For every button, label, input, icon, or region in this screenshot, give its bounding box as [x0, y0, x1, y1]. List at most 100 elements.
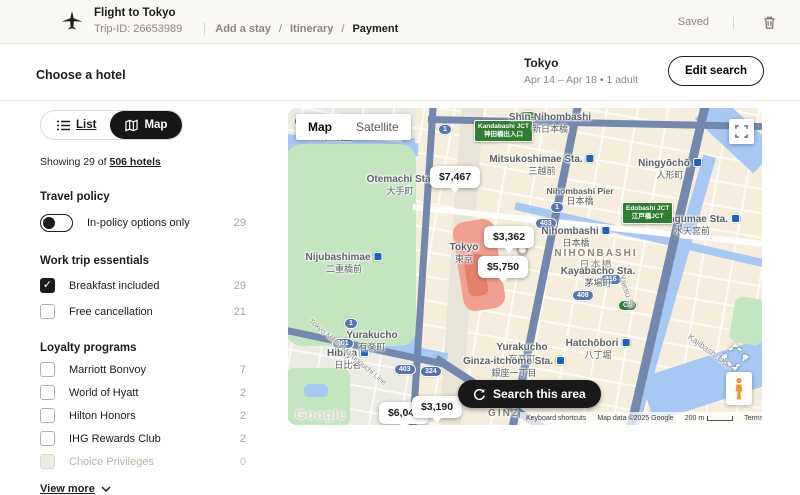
travel-policy-title: Travel policy	[40, 191, 246, 203]
map-type-map[interactable]: Map	[296, 114, 344, 140]
choice-label: Choice Privileges	[69, 456, 154, 468]
hotel-price-marker[interactable]: $3,362	[484, 226, 534, 248]
hyatt-count: 2	[240, 387, 246, 399]
ihg-count: 2	[240, 433, 246, 445]
refresh-icon	[473, 388, 486, 401]
metro-icon	[731, 214, 740, 223]
in-policy-count: 29	[234, 217, 246, 229]
map-view-button[interactable]: Map	[110, 111, 182, 139]
breakfast-count: 29	[234, 280, 246, 292]
divider	[204, 22, 205, 36]
route-shield: 324	[420, 366, 442, 377]
trip-title: Flight to Tokyo	[94, 7, 398, 19]
cancellation-label: Free cancellation	[69, 306, 153, 318]
map-label-nijubashimae: Nijubashimae二重橋前	[305, 252, 382, 274]
search-this-area-label: Search this area	[493, 387, 586, 401]
destination: Tokyo	[524, 56, 638, 70]
pegman-control[interactable]	[726, 372, 752, 405]
route-shield: 1	[438, 124, 452, 135]
metro-icon	[374, 252, 383, 261]
map-type-control: Map Satellite	[296, 114, 411, 140]
map-type-satellite[interactable]: Satellite	[344, 114, 411, 140]
filters-sidebar: List Map Showing 29 of 506 hotels Travel…	[40, 110, 246, 495]
map-label-ginza-itchome: Ginza-itchome Sta.銀座一丁目	[463, 356, 565, 378]
cancellation-checkbox[interactable]	[40, 304, 55, 319]
map-label-otemachi: Otemachi Sta.大手町	[367, 174, 434, 196]
pan-control[interactable]	[720, 342, 750, 372]
list-icon	[57, 120, 70, 131]
scale-bar	[707, 416, 733, 421]
view-toggle: List Map	[40, 110, 183, 140]
list-view-label: List	[76, 119, 96, 131]
metro-icon	[586, 154, 595, 163]
fullscreen-button[interactable]	[729, 119, 754, 144]
breakfast-label: Breakfast included	[69, 280, 160, 292]
view-more-link[interactable]: View more	[40, 483, 246, 495]
filter-row-hyatt: World of Hyatt 2	[40, 385, 246, 400]
keyboard-shortcuts-link[interactable]: Keyboard shortcuts	[526, 415, 586, 422]
search-summary: Tokyo Apr 14 – Apr 18 • 1 adult	[524, 56, 638, 86]
trip-id: Trip-ID: 26653989	[94, 23, 182, 35]
terms-link[interactable]: Terms	[744, 415, 762, 422]
ihg-checkbox[interactable]	[40, 431, 55, 446]
results-summary: Showing 29 of 506 hotels	[40, 156, 246, 168]
total-hotels-link[interactable]: 506 hotels	[109, 156, 160, 168]
fullscreen-icon	[735, 125, 748, 138]
filter-row-marriott: Marriott Bonvoy 7	[40, 362, 246, 377]
metro-icon	[556, 356, 565, 365]
marriott-label: Marriott Bonvoy	[69, 364, 146, 376]
map-icon	[125, 119, 138, 132]
marriott-checkbox[interactable]	[40, 362, 55, 377]
divider	[733, 15, 734, 29]
map-view-label: Map	[144, 119, 167, 131]
breadcrumb-add-a-stay[interactable]: Add a stay	[215, 23, 271, 35]
metro-icon	[693, 158, 702, 167]
metro-icon	[602, 226, 611, 235]
choice-checkbox	[40, 454, 55, 469]
list-view-button[interactable]: List	[41, 111, 110, 139]
map-data-text: Map data ©2025 Google	[597, 415, 673, 422]
park-pond	[304, 384, 328, 397]
edit-search-button[interactable]: Edit search	[668, 56, 764, 86]
map-label-hatchobori: Hatchōbori八丁堀	[566, 338, 631, 360]
marriott-count: 7	[240, 364, 246, 376]
pan-arrows-icon	[720, 342, 750, 372]
choice-count: 0	[240, 456, 246, 468]
hotel-price-marker[interactable]: $7,467	[430, 166, 480, 188]
map-canvas[interactable]: Chiyoda City千代田区 Kandabashi JCT神田橋出入口 Sh…	[288, 108, 762, 425]
breadcrumb-separator: /	[341, 23, 344, 35]
hotel-price-marker[interactable]: $5,750	[478, 256, 528, 278]
work-trip-title: Work trip essentials	[40, 255, 246, 267]
page-title: Choose a hotel	[36, 68, 126, 82]
hilton-checkbox[interactable]	[40, 408, 55, 423]
breakfast-checkbox[interactable]: ✓	[40, 278, 55, 293]
loyalty-title: Loyalty programs	[40, 342, 246, 354]
dates-occupancy: Apr 14 – Apr 18 • 1 adult	[524, 74, 638, 86]
view-more-label: View more	[40, 483, 95, 495]
chevron-down-icon	[101, 486, 111, 492]
map-label-nihombashi-pier: Nihombashi Pier日本橋	[546, 186, 613, 207]
map-label-shin-nihombashi: Shin-Nihombashi新日本橋	[509, 112, 591, 134]
road-sign-edobashi-jct: Edobashi JCT江戸橋JCT	[622, 202, 673, 224]
breadcrumb-payment[interactable]: Payment	[352, 23, 398, 35]
airplane-icon	[60, 10, 84, 34]
in-policy-label: In-policy options only	[87, 217, 190, 229]
delete-trip-button[interactable]	[756, 9, 782, 35]
search-this-area-button[interactable]: Search this area	[458, 380, 601, 408]
breadcrumb-itinerary[interactable]: Itinerary	[290, 23, 333, 35]
route-shield: 403	[394, 364, 416, 375]
hyatt-checkbox[interactable]	[40, 385, 55, 400]
google-logo[interactable]: Google	[295, 406, 346, 422]
in-policy-toggle[interactable]	[40, 214, 73, 232]
hilton-count: 2	[240, 410, 246, 422]
route-shield: 408	[572, 290, 594, 301]
hyatt-label: World of Hyatt	[69, 387, 139, 399]
trash-icon	[762, 15, 777, 30]
map-label-ningyocho: Ningyōchō人形町	[638, 158, 702, 180]
filter-row-choice: Choice Privileges 0	[40, 454, 246, 469]
map-label-ginza: GINZ	[488, 408, 520, 420]
toggle-knob	[43, 217, 55, 229]
route-shield: 1	[344, 318, 358, 329]
hotel-price-marker[interactable]: $3,190	[412, 396, 462, 418]
scale-control: 200 m	[685, 415, 733, 422]
